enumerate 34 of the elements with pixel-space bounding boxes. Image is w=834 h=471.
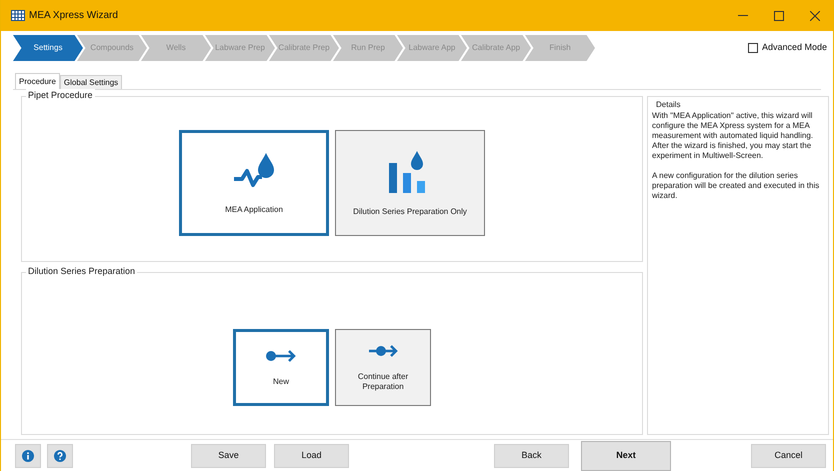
details-text: With "MEA Application" active, this wizard will configure the MEA Xpress system for a MEA measurement with automated liquid handling. After the wizard is finished, you may start the experiment in Multiwell-Screen.	[652, 111, 814, 161]
group-title: Dilution Series Preparation	[26, 265, 138, 278]
close-icon	[810, 10, 820, 20]
wizard-step[interactable]: Settings	[13, 35, 83, 61]
info-button[interactable]	[15, 444, 41, 468]
details-text: A new configuration for the dilution series preparation will be created and executed in this wizard.	[652, 171, 820, 201]
details-title: Details	[656, 99, 682, 111]
window-title: MEA Xpress Wizard	[29, 9, 118, 23]
dialog-button[interactable]: Load	[274, 444, 349, 468]
dialog-button[interactable]: Back	[494, 444, 569, 468]
info-icon	[22, 450, 34, 462]
help-button[interactable]	[47, 444, 73, 468]
arrow-icon	[265, 348, 297, 362]
grid-icon	[11, 10, 25, 21]
option-label: Continue after Preparation	[356, 372, 410, 392]
option-label: New	[272, 376, 290, 386]
checkbox[interactable]	[748, 43, 758, 53]
maximize-icon	[774, 10, 784, 20]
option-tile[interactable]: New	[233, 329, 329, 406]
group-title: Pipet Procedure	[26, 89, 95, 102]
option-tile[interactable]: Dilution Series Preparation Only	[335, 130, 485, 236]
dialog-button[interactable]: Save	[191, 444, 266, 468]
option-label: Dilution Series Preparation Only	[352, 207, 468, 217]
minimize-icon	[738, 14, 748, 16]
tab[interactable]: Procedure	[15, 73, 60, 89]
tab[interactable]: Global Settings	[60, 75, 122, 89]
checkbox-label: Advanced Mode	[762, 41, 827, 54]
option-label: MEA Application	[224, 205, 284, 215]
dialog-button[interactable]: Next	[581, 440, 671, 470]
help-icon	[54, 450, 66, 462]
option-tile[interactable]: MEA Application	[179, 130, 329, 236]
dialog-button[interactable]: Cancel	[751, 444, 826, 468]
option-tile[interactable]: Continue after Preparation	[335, 329, 431, 406]
arrow-icon	[367, 344, 399, 358]
